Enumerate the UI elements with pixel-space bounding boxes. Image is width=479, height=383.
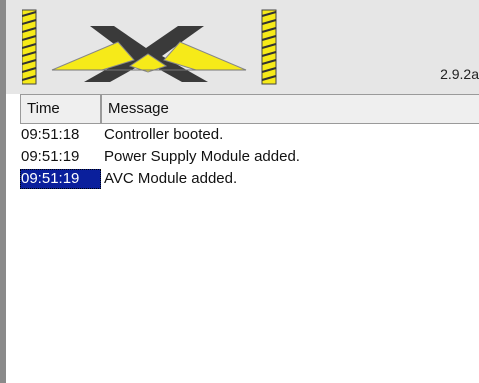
log-message-cell: AVC Module added. — [104, 170, 238, 187]
log-rows: 09:51:18 Controller booted. 09:51:19 Pow… — [20, 124, 479, 190]
version-label: 2.9.2a — [440, 66, 479, 82]
header-banner: 2.9.2a — [6, 0, 479, 94]
left-striped-bar — [22, 9, 37, 85]
log-time-cell: 09:51:18 — [21, 126, 80, 143]
log-time-cell: 09:51:19 — [21, 148, 80, 165]
log-column-headers: Time Message — [20, 94, 479, 124]
column-header-time[interactable]: Time — [20, 95, 102, 123]
controller-log-window: 2.9.2a Time Message 09:51:18 Controller … — [0, 0, 479, 383]
brand-logo — [22, 9, 277, 85]
log-message-cell: Controller booted. — [104, 126, 224, 143]
log-row-selected[interactable]: 09:51:19 AVC Module added. — [20, 168, 479, 190]
log-time-cell: 09:51:19 — [20, 169, 101, 189]
column-header-message[interactable]: Message — [102, 95, 479, 123]
log-row[interactable]: 09:51:19 Power Supply Module added. — [20, 146, 479, 168]
log-list[interactable]: Time Message 09:51:18 Controller booted.… — [6, 94, 479, 383]
right-striped-bar — [261, 9, 277, 85]
log-message-cell: Power Supply Module added. — [104, 148, 300, 165]
log-row[interactable]: 09:51:18 Controller booted. — [20, 124, 479, 146]
